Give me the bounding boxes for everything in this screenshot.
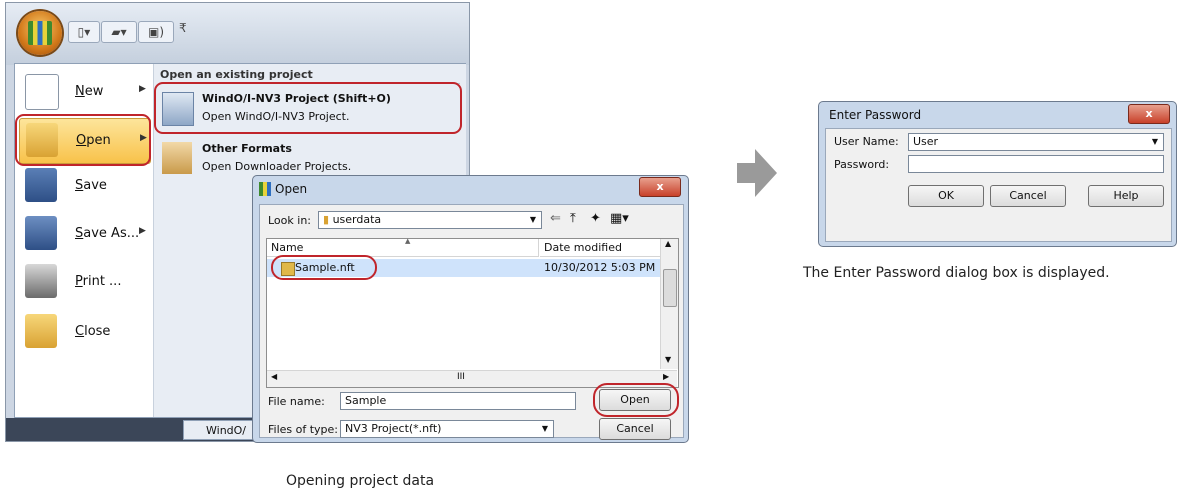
back-icon[interactable]: ⇐: [550, 211, 561, 226]
menu-item-save[interactable]: Save: [19, 164, 149, 208]
qat-open-button[interactable]: ▰▾: [101, 21, 137, 43]
highlight-windo-project: [154, 82, 462, 134]
highlight-sample-file: [271, 255, 377, 280]
ok-button[interactable]: OK: [908, 185, 984, 207]
caption-opening-project: Opening project data: [286, 473, 435, 489]
sort-ascending-icon: ▲: [405, 237, 411, 245]
qat-save-button[interactable]: ▣): [138, 21, 174, 43]
submenu-arrow-icon: ▶: [139, 226, 146, 236]
look-in-label: Look in:: [268, 214, 311, 227]
password-dialog-body: User Name: User ▼ Password: OK Cancel He…: [825, 128, 1172, 242]
folder-icon: ▮: [323, 213, 330, 226]
files-of-type-select[interactable]: NV3 Project(*.nft) ▼: [340, 420, 554, 438]
file-name-label: File name:: [268, 395, 325, 408]
folder-icon: ▰: [111, 25, 121, 39]
save-icon: ▣: [147, 25, 160, 39]
qat-new-button[interactable]: ▯▾: [68, 21, 100, 43]
password-label: Password:: [834, 158, 890, 171]
menu-item-close[interactable]: Close: [19, 310, 149, 354]
highlight-open-button: [593, 383, 679, 417]
user-name-label: User Name:: [834, 135, 899, 148]
user-name-select[interactable]: User ▼: [908, 133, 1164, 151]
application-button[interactable]: [18, 11, 62, 55]
other-formats-icon: [162, 142, 192, 174]
open-dialog-body: Look in: ▮ userdata ▼ ⇐ ⤒ ✦ ▦▾ Name ▲ Da…: [259, 204, 684, 440]
save-disk-icon: [25, 168, 57, 202]
chevron-down-icon: ▼: [1151, 137, 1159, 146]
close-button[interactable]: x: [639, 177, 681, 197]
caption-enter-password: The Enter Password dialog box is display…: [803, 265, 1110, 281]
app-logo-icon: [259, 182, 271, 196]
close-button[interactable]: x: [1128, 104, 1170, 124]
password-dialog-title: Enter Password: [829, 108, 922, 122]
file-date: 10/30/2012 5:03 PM: [544, 261, 656, 274]
arrow-right-icon: [737, 149, 777, 197]
scroll-left-icon[interactable]: ◀: [271, 372, 277, 381]
chevron-down-icon: ▼: [529, 215, 537, 224]
open-dialog-title: Open: [275, 182, 308, 196]
menu-item-new[interactable]: New ▶: [19, 70, 149, 114]
enter-password-dialog: Enter Password x User Name: User ▼ Passw…: [818, 101, 1177, 247]
help-button[interactable]: Help: [1088, 185, 1164, 207]
scroll-thumb[interactable]: [663, 269, 677, 307]
look-in-select[interactable]: ▮ userdata ▼: [318, 211, 542, 229]
new-folder-icon[interactable]: ✦: [590, 211, 601, 226]
menu-item-save-as[interactable]: Save As... ▶: [19, 212, 149, 256]
files-of-type-label: Files of type:: [268, 423, 339, 436]
printer-icon: [25, 264, 57, 298]
menu-item-print[interactable]: Print ...: [19, 260, 149, 304]
up-folder-icon[interactable]: ⤒: [570, 211, 576, 226]
password-input[interactable]: [908, 155, 1164, 173]
save-as-icon: [25, 216, 57, 250]
view-menu-icon[interactable]: ▦▾: [610, 211, 629, 226]
new-document-icon: [25, 74, 59, 110]
vertical-scrollbar[interactable]: ▲ ▼: [660, 239, 678, 369]
scroll-down-icon[interactable]: ▼: [665, 355, 671, 364]
open-dialog: Open x Look in: ▮ userdata ▼ ⇐ ⤒ ✦ ▦▾ Na…: [252, 175, 689, 443]
file-name-input[interactable]: Sample: [340, 392, 576, 410]
column-header-date-modified[interactable]: Date modified: [540, 239, 660, 257]
scroll-grip[interactable]: III: [457, 372, 465, 382]
app-logo-icon: [28, 21, 52, 45]
chevron-down-icon: ▼: [541, 424, 549, 433]
menu-commands: New ▶ Open ▶ Save Save As... ▶ Print ...: [15, 64, 152, 417]
scroll-right-icon[interactable]: ▶: [663, 372, 669, 381]
highlight-open: [15, 114, 151, 166]
file-list: Name ▲ Date modified Sample.nft 10/30/20…: [266, 237, 679, 388]
scroll-up-icon[interactable]: ▲: [665, 239, 671, 248]
cancel-button[interactable]: Cancel: [990, 185, 1066, 207]
submenu-arrow-icon: ▶: [139, 84, 146, 94]
qat-customize-button[interactable]: ₹: [179, 21, 187, 35]
close-folder-icon: [25, 314, 57, 348]
cancel-button[interactable]: Cancel: [599, 418, 671, 440]
